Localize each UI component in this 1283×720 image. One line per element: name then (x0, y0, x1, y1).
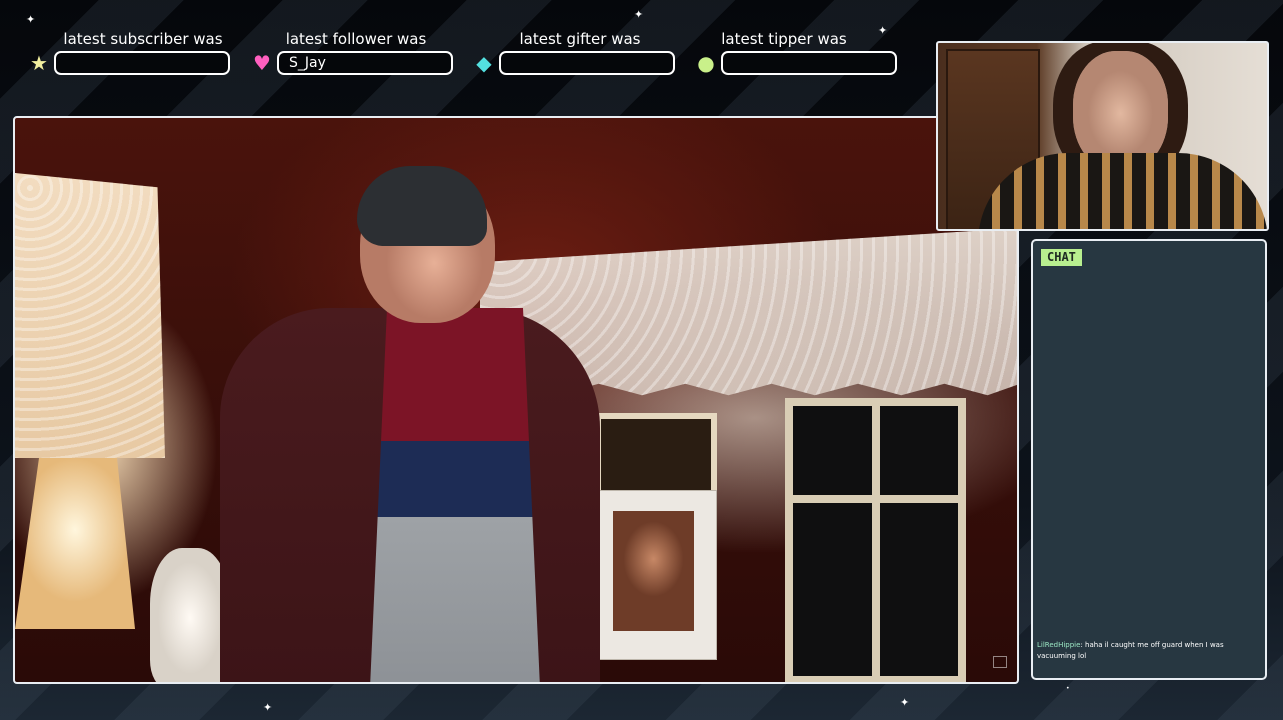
sparkle-icon: • (1066, 685, 1070, 692)
alert-value (721, 51, 897, 75)
channel-watermark-icon (993, 656, 1007, 668)
alert-value: S_Jay (277, 51, 453, 75)
alert-value (499, 51, 675, 75)
star-icon: ★ (30, 51, 48, 75)
streamer-sweater (978, 153, 1267, 229)
alert-label: latest gifter was (519, 30, 641, 48)
alert-label: latest follower was (285, 30, 427, 48)
gem-icon: ◆ (476, 51, 492, 75)
chat-panel[interactable]: CHAT LilRedHippie: haha il caught me off… (1031, 239, 1267, 680)
framed-portrait (590, 490, 717, 660)
main-video-frame[interactable] (13, 116, 1019, 684)
alert-subscriber: latest subscriber was ★ (28, 30, 230, 75)
alert-tipper: latest tipper was ● (695, 30, 897, 75)
alert-value (54, 51, 230, 75)
sparkle-icon: ✦ (900, 696, 910, 709)
alert-follower: latest follower was ♥ S_Jay (251, 30, 453, 75)
heart-icon: ♥ (253, 51, 271, 75)
sparkle-icon: ✦ (26, 13, 36, 26)
lace-lampshade (15, 173, 165, 458)
chat-message: LilRedHippie: haha il caught me off guar… (1037, 640, 1255, 662)
coin-icon: ● (697, 51, 715, 75)
person-beanie (357, 166, 487, 246)
webcam-frame[interactable] (936, 41, 1269, 231)
chat-username: LilRedHippie (1037, 641, 1081, 649)
sparkle-icon: ✦ (263, 701, 273, 714)
window-right (785, 398, 966, 682)
alert-gifter: latest gifter was ◆ (473, 30, 675, 75)
portrait-image (613, 511, 694, 631)
angel-figurine (150, 548, 230, 682)
person-shirt (370, 308, 540, 682)
alert-label: latest tipper was (721, 30, 847, 48)
alert-label: latest subscriber was (63, 30, 223, 48)
table-lamp (15, 458, 135, 629)
chat-title: CHAT (1041, 249, 1082, 266)
sparkle-icon: ✦ (634, 8, 644, 21)
